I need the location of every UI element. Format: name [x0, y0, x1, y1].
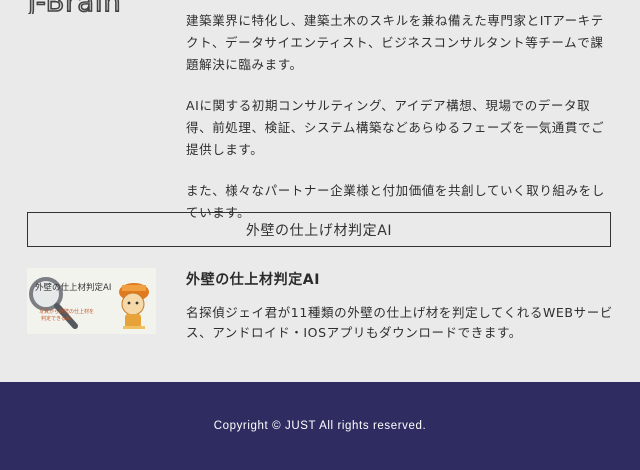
site-footer: Copyright © JUST All rights reserved.: [0, 382, 640, 470]
facade-ai-button[interactable]: 外壁の仕上げ材判定AI: [27, 212, 611, 247]
thumb-title: 外壁の仕上材判定AI: [35, 282, 111, 293]
thumb-subtitle: 写真から外壁の仕上材を: [39, 308, 94, 315]
intro-paragraph: 建築業界に特化し、建築土木のスキルを兼ね備えた専門家とITアーキテクト、データサ…: [186, 13, 604, 72]
product-title[interactable]: 外壁の仕上材判定AI: [186, 269, 320, 289]
product-thumbnail[interactable]: 外壁の仕上材判定AI 写真から外壁の仕上材を 判定できるAI: [27, 268, 156, 334]
product-description: 名探偵ジェイ君が11種類の外壁の仕上げ材を判定してくれるWEBサービス、アンドロ…: [186, 305, 613, 340]
logo-text: J-Brain: [28, 0, 122, 14]
copyright-text: Copyright © JUST All rights reserved.: [213, 420, 427, 432]
magnifier-mascot-image: 外壁の仕上材判定AI 写真から外壁の仕上材を 判定できるAI: [27, 268, 156, 334]
intro-paragraph: AIに関する初期コンサルティング、アイデア構想、現場でのデータ取得、前処理、検証…: [186, 98, 605, 157]
thumb-subtitle: 判定できるAI: [41, 315, 71, 322]
brand-logo[interactable]: J-Brain: [28, 0, 158, 14]
intro-section: 建築業界に特化し、建築土木のスキルを兼ね備えた専門家とITアーキテクト、データサ…: [186, 10, 614, 243]
